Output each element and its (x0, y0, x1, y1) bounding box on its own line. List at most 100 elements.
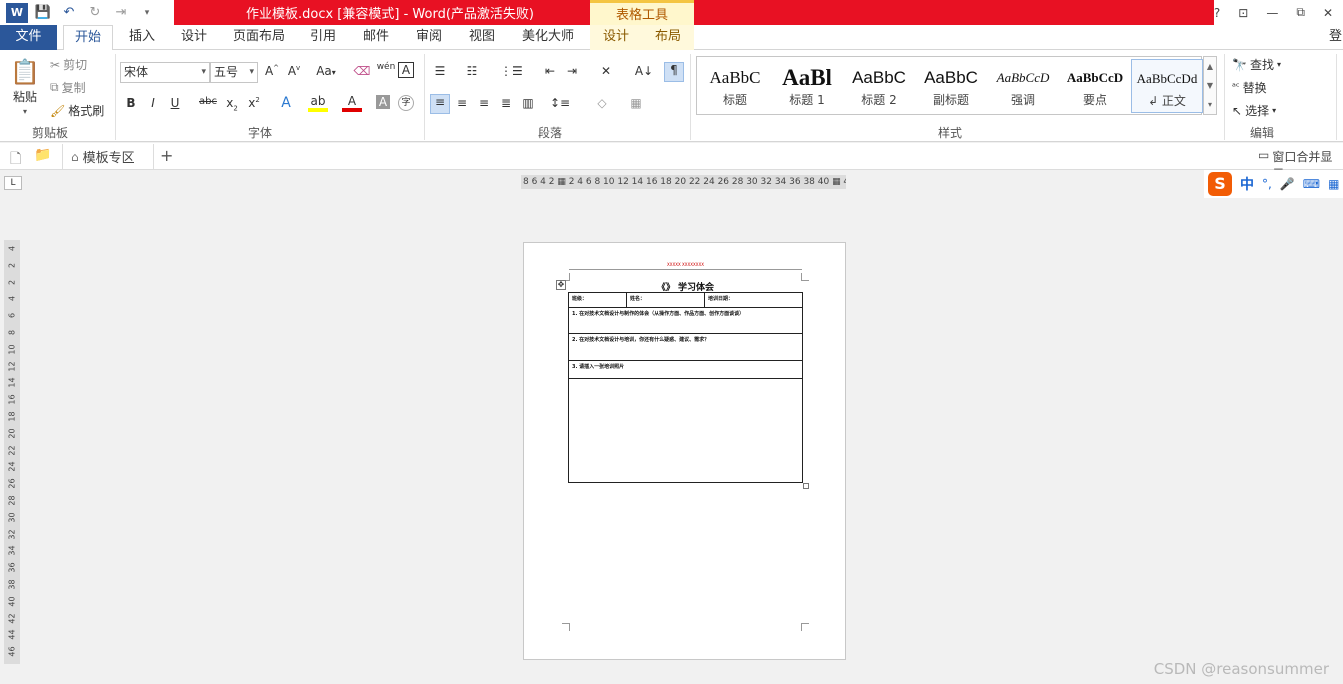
line-spacing-icon[interactable]: ↕≡ (550, 96, 570, 110)
shading-icon[interactable]: ◇ (592, 96, 612, 110)
find-button[interactable]: 🔭 查找 ▾ (1232, 56, 1281, 73)
bold-icon[interactable]: B (121, 96, 141, 110)
styles-scroll[interactable]: ▲ ▼ ▾ (1203, 56, 1217, 115)
copy-button[interactable]: ⧉ 复制 (50, 79, 86, 96)
add-tab-icon[interactable]: + (160, 146, 173, 165)
align-center-icon[interactable]: ≡ (452, 96, 472, 110)
microphone-icon[interactable]: 🎤 (1280, 177, 1295, 191)
toolbox-icon[interactable]: ▦ (1328, 177, 1339, 191)
multilevel-list-icon[interactable]: ⋮☰ (500, 64, 523, 78)
style-subtitle[interactable]: AaBbC 副标题 (915, 59, 987, 113)
tab-review[interactable]: 审阅 (411, 25, 447, 50)
ime-language[interactable]: 中 (1240, 174, 1254, 194)
page-header[interactable]: XXXXX XXXXXXXX (569, 262, 802, 270)
distributed-icon[interactable]: ▥ (518, 96, 538, 110)
justify-icon[interactable]: ≣ (496, 96, 516, 110)
superscript-icon[interactable]: x2 (244, 96, 264, 110)
tab-mailings[interactable]: 邮件 (358, 25, 394, 50)
tab-insert[interactable]: 插入 (125, 25, 159, 50)
subscript-icon[interactable]: x2 (222, 96, 242, 112)
character-border-icon[interactable]: A (398, 62, 414, 78)
undo-icon[interactable]: ↶ (58, 3, 80, 23)
ribbon-display-icon[interactable]: ⊡ (1238, 6, 1248, 20)
borders-icon[interactable]: ▦ (626, 96, 646, 110)
tab-view[interactable]: 视图 (464, 25, 500, 50)
phonetic-guide-icon[interactable]: wén (376, 62, 396, 72)
restore-icon[interactable]: ⧉ (1296, 5, 1305, 20)
font-color-icon[interactable]: A (342, 94, 362, 112)
table-resize-handle-icon[interactable] (803, 483, 809, 489)
style-heading-2[interactable]: AaBbC 标题 2 (843, 59, 915, 113)
minimize-icon[interactable]: — (1266, 6, 1278, 20)
align-right-icon[interactable]: ≡ (474, 96, 494, 110)
clear-format-icon[interactable]: ⌫ (352, 64, 372, 78)
sogou-logo-icon[interactable]: S (1208, 172, 1232, 196)
enclose-character-icon[interactable]: 字 (398, 95, 414, 111)
tab-table-layout[interactable]: 布局 (642, 25, 694, 50)
increase-indent-icon[interactable]: ⇥ (562, 64, 582, 78)
select-button[interactable]: ↖ 选择 ▾ (1232, 102, 1276, 119)
table-cell-date[interactable]: 培训日期： (704, 292, 803, 308)
style-strong[interactable]: AaBbCcD 要点 (1059, 59, 1131, 113)
numbering-icon[interactable]: ☷ (462, 64, 482, 78)
highlight-icon[interactable]: ab (308, 94, 328, 112)
strikethrough-icon[interactable]: abc (198, 96, 218, 107)
table-cell-name[interactable]: 姓名： (626, 292, 705, 308)
tab-page-layout[interactable]: 页面布局 (229, 25, 289, 50)
document-table[interactable]: 班级： 姓名： 培训日期： 1. 在对技术文档设计与制作的体会（从操作方面、作品… (568, 292, 803, 483)
sort-icon[interactable]: A↓ (634, 64, 654, 78)
text-effects-icon[interactable]: A (276, 95, 296, 111)
save-icon[interactable]: 💾 (32, 3, 54, 23)
tab-template-zone[interactable]: ⌂ 模板专区 (62, 144, 154, 169)
tab-table-design[interactable]: 设计 (590, 25, 642, 50)
more-styles-icon[interactable]: ▾ (1204, 95, 1216, 114)
asian-layout-icon[interactable]: ✕ (596, 64, 616, 78)
vertical-ruler[interactable]: 4 2 2 4 6 8 10 12 14 16 18 20 22 24 26 28 30 32 34 36 38 40 42… (4, 240, 20, 664)
font-name-select[interactable]: 宋体 ▾ (120, 62, 210, 83)
punctuation-mode[interactable]: °, (1262, 177, 1272, 191)
italic-icon[interactable]: I (143, 96, 163, 110)
format-painter-button[interactable]: 🖌 格式刷 (50, 102, 104, 119)
signin-link[interactable]: 登 (1328, 25, 1343, 50)
underline-icon[interactable]: U (165, 96, 185, 110)
new-doc-icon[interactable]: 🗋 (10, 148, 21, 172)
table-cell-class[interactable]: 班级： (568, 292, 627, 308)
customize-qat-icon[interactable]: ▾ (136, 3, 158, 23)
tab-home[interactable]: 开始 (63, 25, 113, 51)
style-normal[interactable]: AaBbCcDd ↲ 正文 (1131, 59, 1203, 113)
bullets-icon[interactable]: ☰ (430, 64, 450, 78)
tab-file[interactable]: 文件 (0, 25, 57, 50)
style-emphasis[interactable]: AaBbCcD 强调 (987, 59, 1059, 113)
font-size-select[interactable]: 五号 ▾ (210, 62, 258, 83)
character-shading-icon[interactable]: A (376, 95, 390, 109)
tab-design[interactable]: 设计 (176, 25, 212, 50)
grow-font-icon[interactable]: A^ (262, 64, 282, 78)
keyboard-icon[interactable]: ⌨ (1303, 177, 1320, 191)
tab-beautify[interactable]: 美化大师 (518, 25, 578, 50)
table-cell-photo[interactable] (568, 378, 803, 483)
tab-references[interactable]: 引用 (305, 25, 341, 50)
table-cell-question-1[interactable]: 1. 在对技术文档设计与制作的体会（从操作方面、作品方面、创作方面谈谈） (568, 307, 803, 334)
cut-button[interactable]: ✂ 剪切 (50, 56, 87, 73)
repeat-icon[interactable]: ⇥ (110, 3, 132, 23)
style-heading-1[interactable]: AaBl 标题 1 (771, 59, 843, 113)
horizontal-ruler[interactable]: 8 6 4 2 ▦ 2 4 6 8 10 12 14 16 18 20 22 2… (521, 175, 846, 189)
table-cell-question-3[interactable]: 3. 请插入一张培训照片 (568, 360, 803, 379)
scroll-up-icon[interactable]: ▲ (1204, 57, 1216, 76)
replace-button[interactable]: ᵃᶜ 替换 (1232, 79, 1267, 96)
scroll-down-icon[interactable]: ▼ (1204, 76, 1216, 95)
decrease-indent-icon[interactable]: ⇤ (540, 64, 560, 78)
shrink-font-icon[interactable]: Av (284, 64, 304, 78)
redo-icon[interactable]: ↻ (84, 3, 106, 23)
help-icon[interactable]: ? (1214, 6, 1220, 20)
align-left-icon[interactable]: ≡ (430, 94, 450, 114)
paste-button[interactable]: 📋 粘贴 ▾ (10, 58, 40, 116)
folder-icon[interactable]: 📁 (34, 147, 51, 163)
close-icon[interactable]: ✕ (1323, 6, 1333, 20)
document-page[interactable]: XXXXX XXXXXXXX ✥ 《》 学习体会 班级： 姓名： 培训日期： 1… (523, 242, 846, 660)
table-cell-question-2[interactable]: 2. 在对技术文档设计与培训，你还有什么疑惑、建议、需求？ (568, 333, 803, 361)
style-title[interactable]: AaBbC 标题 (699, 59, 771, 113)
show-formatting-icon[interactable]: ¶ (664, 62, 684, 82)
tab-stop-selector[interactable]: L (4, 176, 22, 190)
table-move-handle-icon[interactable]: ✥ (556, 280, 566, 290)
